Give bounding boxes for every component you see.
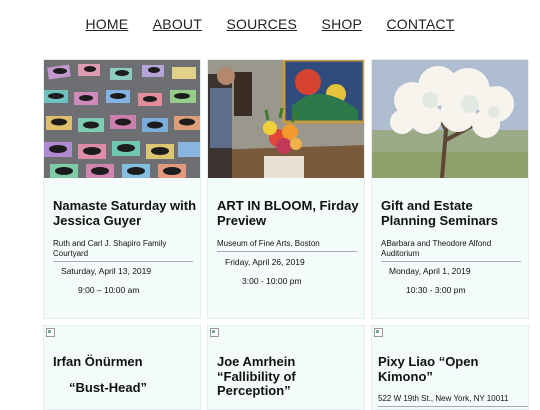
broken-image-icon <box>374 328 383 337</box>
event-title[interactable]: Joe Amrhein “Fallibility of Perception” <box>217 354 327 399</box>
event-image[interactable] <box>372 60 528 178</box>
event-card[interactable]: Gift and Estate Planning Seminars ABarba… <box>371 59 529 319</box>
event-date: Friday, April 26, 2019 <box>225 257 305 267</box>
event-title[interactable]: Irfan Önürmen <box>53 354 198 370</box>
event-time: 9:00 – 10:00 am <box>78 285 140 295</box>
event-date: Monday, April 1, 2019 <box>389 266 471 276</box>
top-nav: HOME ABOUT SOURCES SHOP CONTACT <box>0 16 540 34</box>
broken-image-icon <box>210 328 219 337</box>
event-venue: ABarbara and Theodore Alfond Auditorium <box>381 239 521 262</box>
event-image[interactable] <box>208 60 364 178</box>
event-card[interactable]: Namaste Saturday with Jessica Guyer Ruth… <box>43 59 201 319</box>
event-title[interactable]: ART IN BLOOM, Firday Preview <box>217 198 362 228</box>
event-card[interactable]: ART IN BLOOM, Firday Preview Museum of F… <box>207 59 365 319</box>
event-time: 10:30 - 3:00 pm <box>406 285 466 295</box>
nav-contact[interactable]: CONTACT <box>386 16 454 32</box>
event-card[interactable]: Pixy Liao “Open Kimono” 522 W 19th St., … <box>371 325 529 410</box>
event-title[interactable]: Namaste Saturday with Jessica Guyer <box>53 198 198 228</box>
event-image[interactable] <box>44 60 200 178</box>
nav-about[interactable]: ABOUT <box>153 16 202 32</box>
event-subtitle: “Bust-Head” <box>69 380 148 395</box>
event-title[interactable]: Gift and Estate Planning Seminars <box>381 198 526 228</box>
event-venue: Museum of Fine Arts, Boston <box>217 239 357 252</box>
event-card[interactable]: Irfan Önürmen “Bust-Head” <box>43 325 201 410</box>
event-card[interactable]: Joe Amrhein “Fallibility of Perception” <box>207 325 365 410</box>
event-date: Saturday, April 13, 2019 <box>61 266 152 276</box>
event-venue: Ruth and Carl J. Shapiro Family Courtyar… <box>53 239 193 262</box>
event-venue: 522 W 19th St., New York, NY 10011 <box>378 394 528 407</box>
event-title[interactable]: Pixy Liao “Open Kimono” <box>378 354 488 384</box>
nav-sources[interactable]: SOURCES <box>226 16 297 32</box>
event-time: 3:00 - 10:00 pm <box>242 276 302 286</box>
nav-home[interactable]: HOME <box>85 16 128 32</box>
broken-image-icon <box>46 328 55 337</box>
nav-shop[interactable]: SHOP <box>322 16 362 32</box>
